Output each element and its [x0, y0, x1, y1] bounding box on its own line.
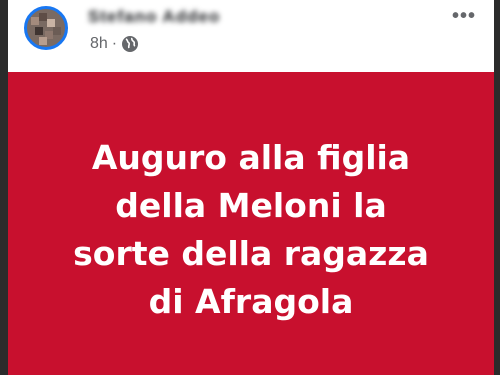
- avatar-pixel: [39, 13, 47, 21]
- avatar-pixel: [31, 17, 39, 25]
- more-options-button[interactable]: •••: [446, 4, 482, 27]
- author-name-text[interactable]: Stefano Addeo: [88, 7, 220, 27]
- post-header: Stefano Addeo 8h · •••: [8, 0, 494, 72]
- avatar-pixel: [39, 37, 47, 45]
- post-card: Stefano Addeo 8h · ••• Auguro alla figli…: [8, 0, 494, 375]
- post-content: Auguro alla figlia della Meloni la sorte…: [8, 72, 494, 375]
- more-horizontal-icon: •••: [451, 4, 476, 27]
- avatar-pixel: [53, 27, 61, 35]
- avatar[interactable]: [24, 6, 68, 50]
- meta-separator: ·: [111, 35, 118, 52]
- avatar-pixel: [35, 27, 43, 35]
- globe-icon: [122, 36, 139, 52]
- author-name[interactable]: Stefano Addeo: [88, 6, 220, 28]
- post-text: Auguro alla figlia della Meloni la sorte…: [73, 137, 429, 321]
- avatar-pixel: [47, 19, 55, 27]
- post-meta: 8h ·: [90, 33, 139, 55]
- post-time[interactable]: 8h: [90, 35, 108, 53]
